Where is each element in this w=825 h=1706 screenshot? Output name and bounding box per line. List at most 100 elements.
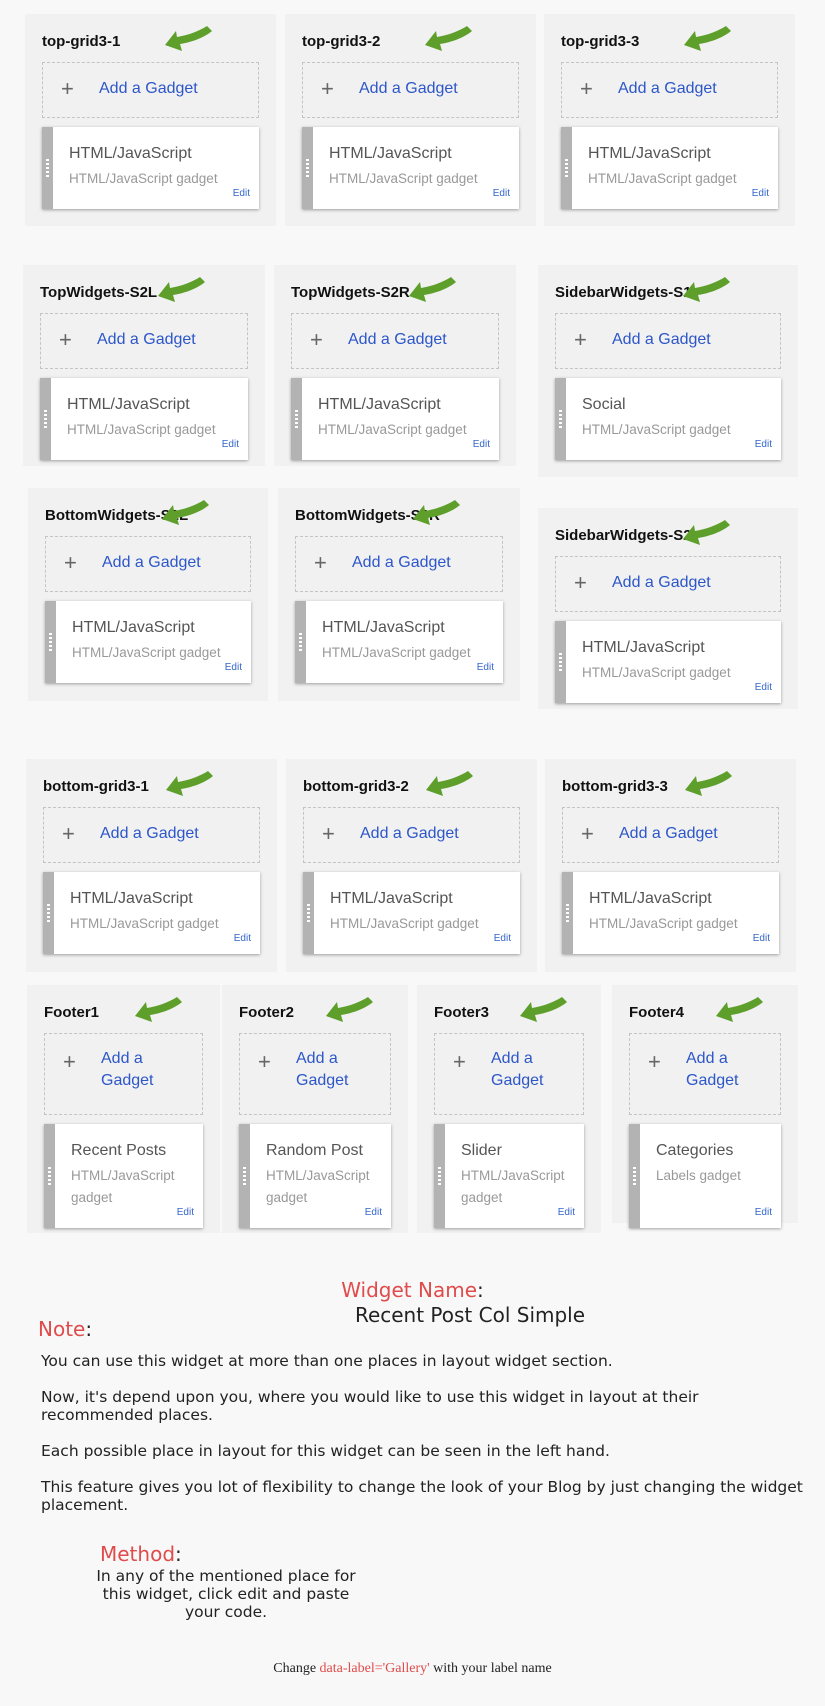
edit-link[interactable]: Edit <box>558 1207 575 1218</box>
add-gadget-button[interactable]: + Add a Gadget <box>555 313 781 369</box>
method-heading: Method: <box>100 1542 182 1566</box>
edit-link[interactable]: Edit <box>755 1207 772 1218</box>
edit-link[interactable]: Edit <box>477 662 494 673</box>
edit-link[interactable]: Edit <box>177 1207 194 1218</box>
gadget-card[interactable]: Categories Labels gadget Edit <box>629 1124 781 1228</box>
add-gadget-label: Add a Gadget <box>359 80 458 97</box>
grip-icon <box>46 159 49 177</box>
add-gadget-button[interactable]: + Add a Gadget <box>295 536 503 592</box>
plus-icon: + <box>64 550 77 575</box>
drag-handle[interactable] <box>43 872 54 954</box>
edit-link[interactable]: Edit <box>755 682 772 693</box>
gadget-card[interactable]: HTML/JavaScript HTML/JavaScript gadget E… <box>40 378 248 460</box>
gadget-card[interactable]: HTML/JavaScript HTML/JavaScript gadget E… <box>45 601 251 683</box>
edit-link[interactable]: Edit <box>233 188 250 199</box>
gadget-type: HTML/JavaScript gadget <box>589 916 738 931</box>
drag-handle[interactable] <box>239 1124 250 1228</box>
drag-handle[interactable] <box>295 601 306 683</box>
gadget-card[interactable]: HTML/JavaScript HTML/JavaScript gadget E… <box>43 872 260 954</box>
add-gadget-button[interactable]: + Add a Gadget <box>44 1033 203 1115</box>
drag-handle[interactable] <box>291 378 302 460</box>
add-gadget-button[interactable]: + Add a Gadget <box>239 1033 391 1115</box>
drag-handle[interactable] <box>434 1124 445 1228</box>
add-gadget-button[interactable]: + Add a Gadget <box>303 807 520 863</box>
plus-icon: + <box>574 327 587 352</box>
add-gadget-button[interactable]: + Add a Gadget <box>42 62 259 118</box>
add-gadget-label: Add a Gadget <box>100 825 199 842</box>
grip-icon <box>299 633 302 651</box>
arrow-icon <box>324 995 376 1025</box>
gadget-card[interactable]: Random Post HTML/JavaScript gadget Edit <box>239 1124 391 1228</box>
drag-handle[interactable] <box>561 127 572 209</box>
gadget-card[interactable]: Recent Posts HTML/JavaScript gadget Edit <box>44 1124 203 1228</box>
plus-icon: + <box>59 327 72 352</box>
gadget-card[interactable]: HTML/JavaScript HTML/JavaScript gadget E… <box>291 378 499 460</box>
gadget-title: Random Post <box>266 1142 363 1159</box>
edit-link[interactable]: Edit <box>755 439 772 450</box>
layout-section: bottom-grid3-2 + Add a Gadget HTML/JavaS… <box>286 759 537 972</box>
drag-handle[interactable] <box>555 378 566 460</box>
gadget-card[interactable]: HTML/JavaScript HTML/JavaScript gadget E… <box>555 621 781 703</box>
add-gadget-label: Add a Gadget <box>97 331 196 348</box>
edit-link[interactable]: Edit <box>234 933 251 944</box>
gadget-type: HTML/JavaScript gadget <box>582 422 731 437</box>
add-gadget-button[interactable]: + Add a Gadget <box>562 807 779 863</box>
arrow-icon <box>682 24 734 54</box>
edit-link[interactable]: Edit <box>225 662 242 673</box>
grip-icon <box>559 653 562 671</box>
gadget-card[interactable]: HTML/JavaScript HTML/JavaScript gadget E… <box>562 872 779 954</box>
widget-name-heading: Widget Name: <box>341 1278 484 1302</box>
gadget-title: Categories <box>656 1142 734 1159</box>
add-gadget-button[interactable]: + Add a Gadget <box>302 62 519 118</box>
section-title: top-grid3-2 <box>302 33 381 50</box>
gadget-type: HTML/JavaScript gadget <box>461 1168 565 1205</box>
arrow-icon <box>156 275 208 305</box>
drag-handle[interactable] <box>44 1124 55 1228</box>
edit-link[interactable]: Edit <box>753 933 770 944</box>
edit-link[interactable]: Edit <box>473 439 490 450</box>
plus-icon: + <box>258 1049 271 1074</box>
add-gadget-label: Add a Gadget <box>296 1050 349 1089</box>
arrow-icon <box>424 769 476 799</box>
layout-section: Footer2 + Add a Gadget Random Post HTML/… <box>222 985 408 1233</box>
add-gadget-button[interactable]: + Add a Gadget <box>40 313 248 369</box>
drag-handle[interactable] <box>45 601 56 683</box>
add-gadget-button[interactable]: + Add a Gadget <box>45 536 251 592</box>
drag-handle[interactable] <box>42 127 53 209</box>
drag-handle[interactable] <box>629 1124 640 1228</box>
edit-link[interactable]: Edit <box>222 439 239 450</box>
gadget-card[interactable]: HTML/JavaScript HTML/JavaScript gadget E… <box>42 127 259 209</box>
gadget-card[interactable]: HTML/JavaScript HTML/JavaScript gadget E… <box>303 872 520 954</box>
gadget-card[interactable]: HTML/JavaScript HTML/JavaScript gadget E… <box>561 127 778 209</box>
gadget-type: HTML/JavaScript gadget <box>266 1168 370 1205</box>
gadget-title: HTML/JavaScript <box>70 890 193 907</box>
edit-link[interactable]: Edit <box>493 188 510 199</box>
add-gadget-button[interactable]: + Add a Gadget <box>434 1033 584 1115</box>
layout-section: TopWidgets-S2L + Add a Gadget HTML/JavaS… <box>23 265 265 466</box>
plus-icon: + <box>63 1049 76 1074</box>
arrow-icon <box>681 518 733 548</box>
gadget-card[interactable]: Social HTML/JavaScript gadget Edit <box>555 378 781 460</box>
edit-link[interactable]: Edit <box>494 933 511 944</box>
edit-link[interactable]: Edit <box>365 1207 382 1218</box>
gadget-title: HTML/JavaScript <box>318 396 441 413</box>
grip-icon <box>566 904 569 922</box>
gadget-card[interactable]: Slider HTML/JavaScript gadget Edit <box>434 1124 584 1228</box>
plus-icon: + <box>453 1049 466 1074</box>
drag-handle[interactable] <box>562 872 573 954</box>
add-gadget-button[interactable]: + Add a Gadget <box>561 62 778 118</box>
layout-section: top-grid3-3 + Add a Gadget HTML/JavaScri… <box>544 14 795 226</box>
layout-section: Footer1 + Add a Gadget Recent Posts HTML… <box>27 985 220 1233</box>
add-gadget-button[interactable]: + Add a Gadget <box>43 807 260 863</box>
add-gadget-button[interactable]: + Add a Gadget <box>291 313 499 369</box>
drag-handle[interactable] <box>303 872 314 954</box>
add-gadget-button[interactable]: + Add a Gadget <box>629 1033 781 1115</box>
drag-handle[interactable] <box>302 127 313 209</box>
drag-handle[interactable] <box>40 378 51 460</box>
gadget-card[interactable]: HTML/JavaScript HTML/JavaScript gadget E… <box>302 127 519 209</box>
add-gadget-button[interactable]: + Add a Gadget <box>555 556 781 612</box>
edit-link[interactable]: Edit <box>752 188 769 199</box>
drag-handle[interactable] <box>555 621 566 703</box>
add-gadget-label: Add a Gadget <box>491 1050 544 1089</box>
gadget-card[interactable]: HTML/JavaScript HTML/JavaScript gadget E… <box>295 601 503 683</box>
